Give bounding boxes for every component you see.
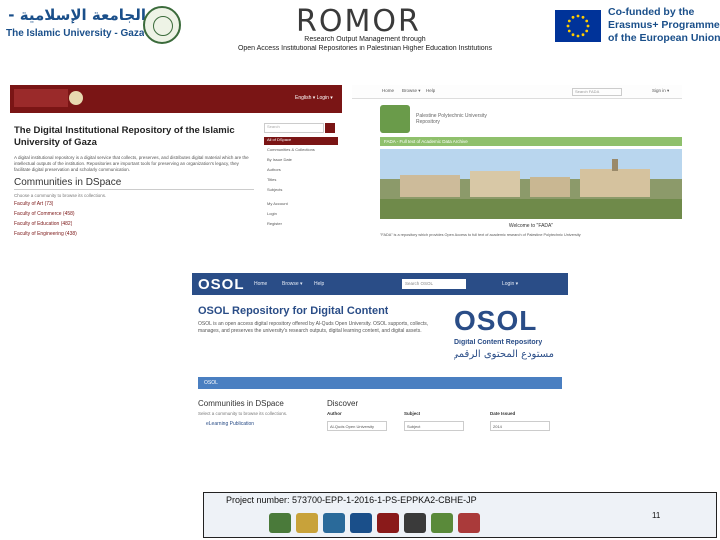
osol-logo-arabic: مستودع المحتوى الرقمي: [454, 349, 554, 360]
partner-logo: [269, 513, 291, 533]
fada-banner-bar: FADA - Full text of Academic Data Archiv…: [380, 137, 682, 146]
fada-logo: [380, 105, 410, 133]
osol-logo-subtitle: Digital Content Repository: [454, 339, 543, 346]
search-input[interactable]: Search OSOL: [402, 279, 466, 289]
discover-heading: Discover: [327, 399, 359, 408]
sidebar-item[interactable]: Register: [264, 221, 338, 229]
browse-hint: Choose a community to browse its collect…: [14, 193, 107, 198]
repository-title: OSOL Repository for Digital Content: [198, 305, 389, 317]
sidebar-item[interactable]: My Account: [264, 201, 338, 209]
welcome-description: "FADA" is a repository which provides Op…: [380, 233, 581, 237]
divider: [14, 189, 254, 190]
nav-home[interactable]: Home: [382, 88, 394, 93]
iug-repository-screenshot: English ▾ Login ▾ The Digital Institutio…: [10, 85, 342, 245]
partner-logo: [377, 513, 399, 533]
sidebar-item-all-dspace[interactable]: All of DSpace: [264, 137, 338, 145]
sidebar-item[interactable]: By Issue Date: [264, 157, 338, 165]
eu-text-line2: Erasmus+ Programme: [608, 19, 720, 31]
osol-banner-bar: OSOL: [198, 377, 562, 389]
login-menu[interactable]: Sign in ▾: [652, 88, 669, 94]
language-login-menu[interactable]: English ▾ Login ▾: [295, 95, 333, 101]
community-link[interactable]: Faculty of Commerce (458): [14, 211, 75, 217]
community-link[interactable]: Faculty of Education (482): [14, 221, 72, 227]
eu-text-line3: of the European Union: [608, 32, 720, 44]
romor-subtitle-line1: Research Output Management through: [304, 36, 426, 43]
osol-large-logo: OSOL: [454, 305, 538, 336]
communities-heading: Communities in DSpace: [198, 399, 284, 408]
sidebar-item[interactable]: Authors: [264, 167, 338, 175]
partner-logo: [404, 513, 426, 533]
search-button[interactable]: [325, 123, 335, 133]
browse-hint: Select a community to browse its collect…: [198, 411, 288, 416]
partner-logo: [431, 513, 453, 533]
slide-header: الجامعة الإسلامية - غزة The Islamic Univ…: [0, 0, 720, 70]
community-link[interactable]: Faculty of Engineering (438): [14, 231, 77, 237]
fada-logo-text: Palestine Polytechnic University Reposit…: [416, 113, 487, 125]
login-menu[interactable]: Login ▾: [502, 281, 518, 287]
eu-cofunded-text: Co-funded by the Erasmus+ Programme of t…: [608, 6, 720, 45]
romor-subtitle-line2: Open Access Institutional Repositories i…: [237, 45, 493, 52]
eu-text-line1: Co-funded by the: [608, 6, 695, 18]
iug-english-name: The Islamic University - Gaza: [6, 28, 145, 39]
community-link[interactable]: Faculty of Art (73): [14, 201, 53, 207]
facet-date-label: Date Issued: [490, 411, 516, 416]
facet-subject-value[interactable]: Subject: [404, 421, 464, 431]
facet-date-value[interactable]: 2014: [490, 421, 550, 431]
partner-logo: [296, 513, 318, 533]
project-number: Project number: 573700-EPP-1-2016-1-PS-E…: [226, 495, 477, 505]
partner-logo: [350, 513, 372, 533]
facet-author-value[interactable]: Al-Quds Open University: [327, 421, 387, 431]
eu-flag-logo: [555, 10, 601, 42]
communities-heading: Communities in DSpace: [14, 177, 122, 188]
community-link[interactable]: eLearning Publication: [206, 421, 254, 427]
nav-browse[interactable]: Browse ▾: [402, 88, 421, 94]
campus-photo: [380, 149, 682, 219]
search-input[interactable]: Search: [264, 123, 324, 133]
repository-description: OSOL is an open access digital repositor…: [198, 321, 429, 334]
sidebar-item[interactable]: Titles: [264, 177, 338, 185]
nav-help[interactable]: Help: [426, 88, 435, 93]
partner-logo: [323, 513, 345, 533]
facet-author-label: Author: [327, 411, 342, 416]
sidebar-item[interactable]: Login: [264, 211, 338, 219]
welcome-heading: Welcome to "FADA": [508, 223, 554, 229]
nav-browse[interactable]: Browse ▾: [282, 281, 303, 287]
nav-help[interactable]: Help: [314, 281, 324, 287]
romor-logo: ROMOR: [296, 4, 421, 39]
page-number: 11: [652, 511, 661, 520]
sidebar-item[interactable]: Subjects: [264, 187, 338, 195]
nav-home[interactable]: Home: [254, 281, 267, 287]
fada-repository-screenshot: Home Browse ▾ Help Search FADA Sign in ▾…: [352, 85, 682, 245]
iug-small-logo: [14, 89, 84, 107]
slide-footer: Project number: 573700-EPP-1-2016-1-PS-E…: [203, 492, 717, 538]
iug-seal-logo: [143, 6, 181, 44]
osol-repository-screenshot: OSOL Home Browse ▾ Help Search OSOL Logi…: [192, 273, 568, 488]
facet-subject-label: Subject: [404, 411, 421, 416]
search-input[interactable]: Search FADA: [572, 88, 622, 96]
iug-arabic-name: الجامعة الإسلامية - غزة: [6, 6, 146, 24]
partner-logo: [458, 513, 480, 533]
osol-brand[interactable]: OSOL: [198, 276, 245, 293]
repository-description: A digital institutional repository is a …: [14, 155, 249, 172]
sidebar-item[interactable]: Communities & Collections: [264, 147, 338, 155]
repository-title: The Digital Institutional Repository of …: [14, 125, 235, 148]
